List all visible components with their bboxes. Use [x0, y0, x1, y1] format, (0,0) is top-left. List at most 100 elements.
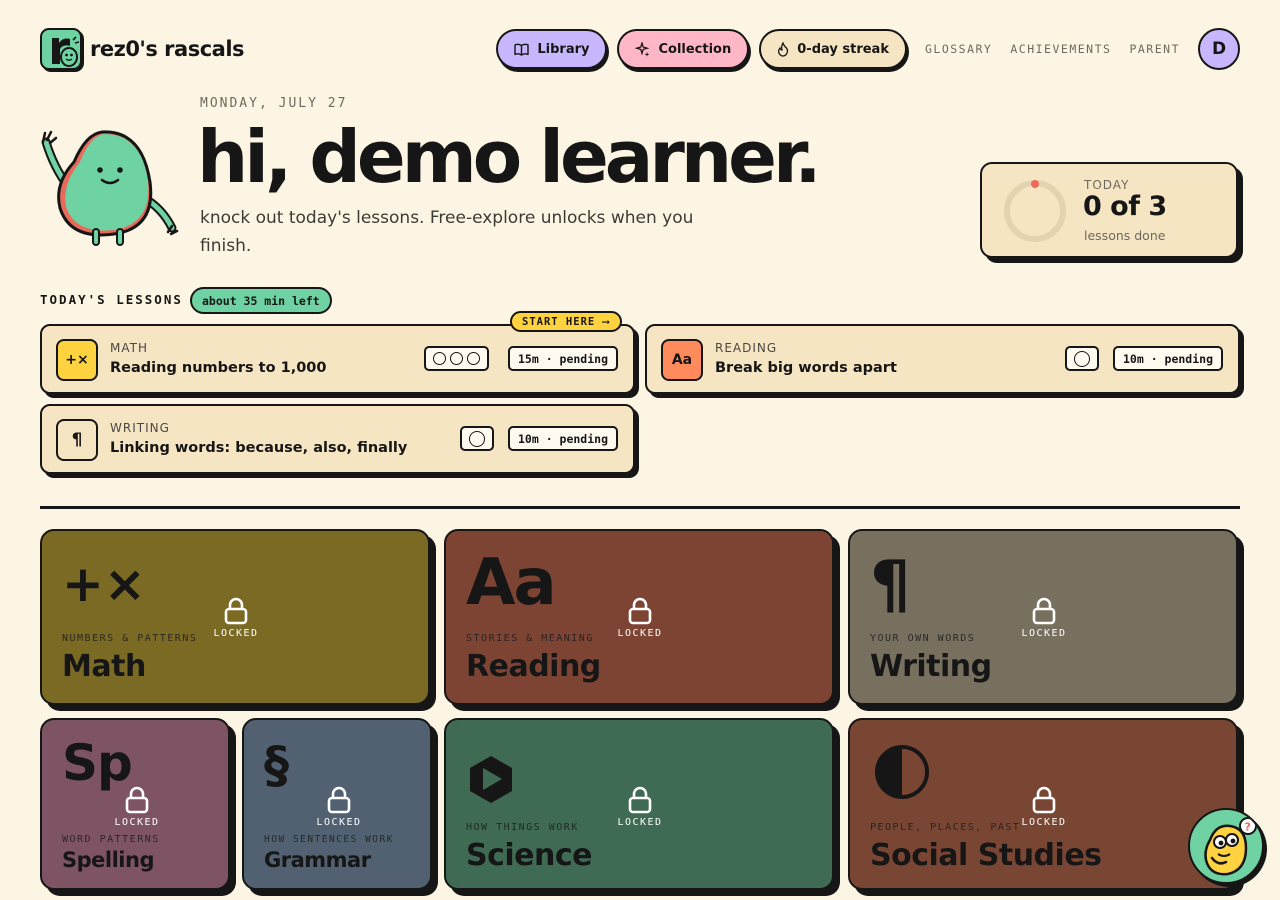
lessons-heading: TODAY'S LESSONS	[40, 292, 183, 307]
logo-mascot-icon	[40, 28, 82, 70]
today-label: TODAY	[1084, 178, 1130, 192]
section-divider	[40, 506, 1240, 509]
tile-tagline: NUMBERS & PATTERNS	[62, 633, 198, 644]
flame-icon	[778, 41, 789, 57]
lesson-parts-indicator	[1065, 346, 1099, 371]
locked-indicator: LOCKED	[610, 597, 670, 639]
paragraph-glyph-icon: ¶	[870, 548, 911, 622]
greeting-subtitle: knock out today's lessons. Free-explore …	[200, 208, 694, 256]
spelling-glyph-icon: Sp	[62, 734, 133, 792]
lesson-name: Reading numbers to 1,000	[110, 360, 327, 376]
part-circle-icon	[450, 352, 463, 365]
locked-indicator: LOCKED	[206, 597, 266, 639]
tile-title: Spelling	[62, 848, 154, 872]
lesson-parts-indicator	[424, 346, 489, 371]
lock-icon	[628, 597, 652, 625]
today-sublabel: lessons done	[1084, 228, 1166, 243]
locked-label: LOCKED	[114, 817, 160, 828]
app-name: rez0's rascals	[90, 37, 245, 61]
nav-glossary-link[interactable]: GLOSSARY	[925, 42, 992, 56]
progress-ring	[1004, 180, 1066, 242]
subject-tile-social-studies[interactable]: PEOPLE, PLACES, PAST Social Studies LOCK…	[848, 718, 1238, 890]
collection-button[interactable]: Collection	[617, 29, 750, 69]
subject-tile-math[interactable]: +× NUMBERS & PATTERNS Math LOCKED	[40, 529, 430, 705]
locked-indicator: LOCKED	[1014, 597, 1074, 639]
top-nav: Library Collection 0-day streak GLOSSARY…	[496, 28, 1240, 70]
lock-icon	[125, 786, 149, 814]
locked-indicator: LOCKED	[610, 786, 670, 828]
lesson-card-math[interactable]: +× MATH Reading numbers to 1,000 15m · p…	[40, 324, 635, 394]
tile-title: Reading	[466, 649, 601, 684]
part-circle-icon	[469, 430, 485, 447]
current-date: MONDAY, JULY 27	[200, 96, 348, 111]
half-circle-globe-icon	[875, 745, 929, 799]
section-glyph-icon: §	[264, 736, 289, 794]
part-circle-icon	[433, 352, 446, 365]
subject-tile-grammar[interactable]: § HOW SENTENCES WORK Grammar LOCKED	[242, 718, 432, 890]
greeting-title: hi, demo learner.	[197, 115, 822, 199]
locked-indicator: LOCKED	[309, 786, 369, 828]
locked-label: LOCKED	[1021, 628, 1067, 639]
locked-indicator: LOCKED	[1014, 786, 1074, 828]
locked-label: LOCKED	[617, 817, 663, 828]
tile-title: Grammar	[264, 848, 371, 872]
progress-ring-marker	[1031, 180, 1039, 188]
lesson-subject: MATH	[110, 341, 148, 355]
locked-label: LOCKED	[617, 628, 663, 639]
today-value: 0 of 3	[1083, 191, 1167, 222]
time-left-badge: about 35 min left	[190, 287, 332, 314]
tile-tagline: PEOPLE, PLACES, PAST	[870, 822, 1021, 833]
book-icon	[514, 43, 530, 56]
tile-title: Social Studies	[870, 838, 1102, 873]
lock-icon	[327, 786, 351, 814]
reading-glyph-icon: Aa	[466, 546, 557, 620]
tile-title: Math	[62, 649, 146, 684]
lock-icon	[628, 786, 652, 814]
lock-icon	[1032, 597, 1056, 625]
streak-button[interactable]: 0-day streak	[759, 29, 907, 69]
reading-icon: Aa	[661, 339, 703, 381]
svg-text:?: ?	[1245, 821, 1251, 834]
user-avatar[interactable]: D	[1198, 28, 1240, 70]
lock-icon	[1032, 786, 1056, 814]
locked-label: LOCKED	[213, 628, 259, 639]
lesson-subject: WRITING	[110, 421, 170, 435]
math-glyph-icon: +×	[62, 555, 146, 613]
tile-tagline: HOW THINGS WORK	[466, 822, 579, 833]
lesson-duration-badge: 10m · pending	[1113, 346, 1224, 371]
paragraph-icon: ¶	[56, 419, 98, 461]
app-logo[interactable]: rez0's rascals	[40, 28, 245, 70]
lesson-name: Break big words apart	[715, 360, 897, 376]
sparkle-icon	[635, 41, 650, 57]
nav-achievements-link[interactable]: ACHIEVEMENTS	[1010, 42, 1111, 56]
subject-tile-science[interactable]: HOW THINGS WORK Science LOCKED	[444, 718, 834, 890]
subject-tile-reading[interactable]: Aa STORIES & MEANING Reading LOCKED	[444, 529, 834, 705]
today-progress-card: TODAY 0 of 3 lessons done	[980, 162, 1238, 258]
thinking-mascot-icon: ?	[1204, 817, 1257, 876]
part-circle-icon	[467, 352, 480, 365]
tile-tagline: STORIES & MEANING	[466, 633, 594, 644]
locked-label: LOCKED	[1021, 817, 1067, 828]
helper-mascot-button[interactable]: ?	[1188, 808, 1264, 884]
nav-parent-link[interactable]: PARENT	[1129, 42, 1180, 56]
subject-tile-writing[interactable]: ¶ YOUR OWN WORDS Writing LOCKED	[848, 529, 1238, 705]
science-hexagon-icon	[470, 756, 512, 803]
lesson-card-reading[interactable]: Aa READING Break big words apart 10m · p…	[645, 324, 1240, 394]
waving-mascot-icon	[40, 128, 180, 248]
lesson-duration-badge: 10m · pending	[508, 426, 619, 451]
lesson-card-writing[interactable]: ¶ WRITING Linking words: because, also, …	[40, 404, 635, 474]
start-here-badge: START HERE ⟶	[510, 311, 622, 332]
tile-title: Science	[466, 838, 593, 873]
lesson-name: Linking words: because, also, finally	[110, 440, 408, 456]
library-button[interactable]: Library	[496, 29, 608, 69]
streak-label: 0-day streak	[797, 41, 889, 57]
subject-tile-spelling[interactable]: Sp WORD PATTERNS Spelling LOCKED	[40, 718, 230, 890]
locked-label: LOCKED	[316, 817, 362, 828]
locked-indicator: LOCKED	[107, 786, 167, 828]
math-icon: +×	[56, 339, 98, 381]
part-circle-icon	[1074, 350, 1090, 367]
tile-title: Writing	[870, 649, 992, 684]
lesson-duration-badge: 15m · pending	[508, 346, 619, 371]
tile-tagline: YOUR OWN WORDS	[870, 633, 976, 644]
tile-tagline: HOW SENTENCES WORK	[264, 834, 394, 845]
